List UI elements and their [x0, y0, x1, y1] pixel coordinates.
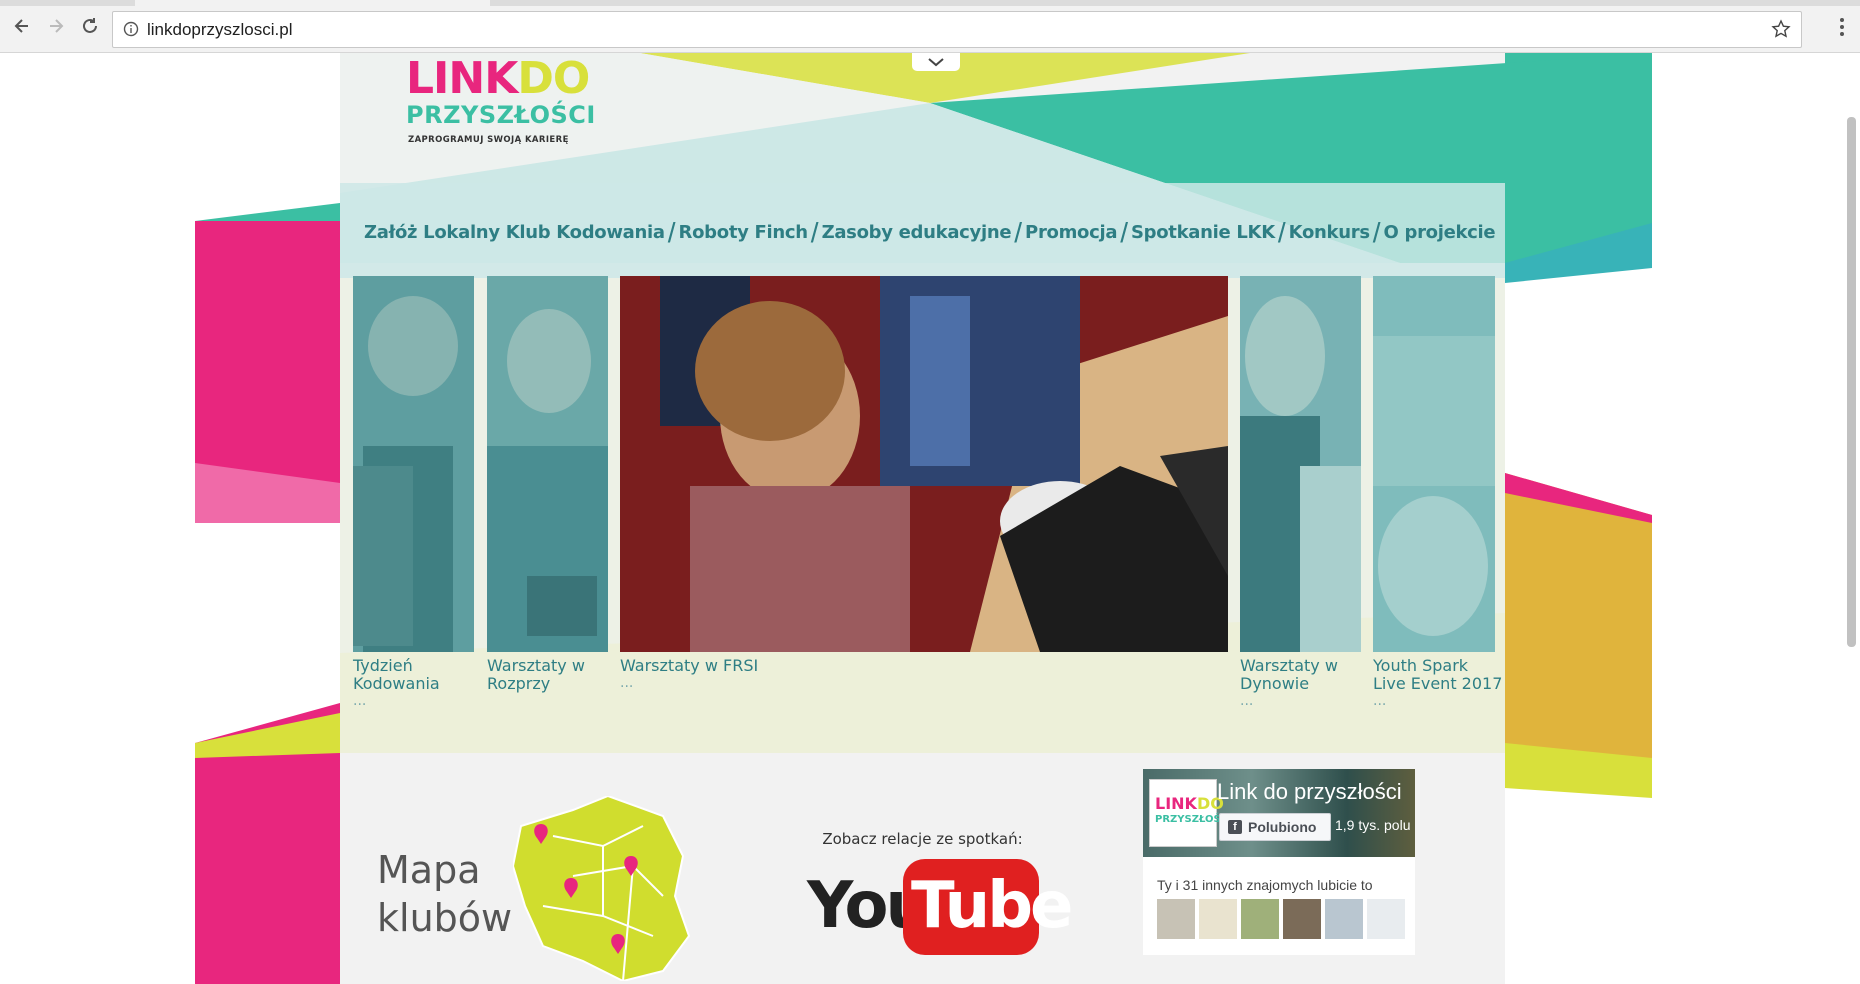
nav-separator: / [1014, 216, 1023, 248]
youtube-logo-tube: Tube [903, 859, 1073, 955]
avatar[interactable] [1367, 899, 1405, 939]
youtube-box[interactable]: Zobacz relacje ze spotkań: You Tube [741, 756, 1104, 984]
slide-photo [487, 276, 608, 652]
browser-toolbar: linkdoprzyszlosci.pl [0, 0, 1860, 53]
page-scrollbar[interactable] [1843, 53, 1860, 984]
scrollbar-thumb[interactable] [1847, 117, 1856, 647]
gallery-caption-frsi[interactable]: Warsztaty w FRSI ... [620, 657, 758, 691]
bookmark-star-icon[interactable] [1771, 19, 1791, 39]
facebook-icon: f [1228, 820, 1242, 834]
facebook-friend-avatars [1157, 899, 1405, 939]
gallery-caption-rozprzy[interactable]: Warsztaty w Rozprzy [487, 657, 585, 693]
logo-tagline: ZAPROGRAMUJ SWOJĄ KARIERĘ [408, 135, 569, 145]
logo-word-1: LINKDO [406, 53, 590, 104]
nav-item-zasoby[interactable]: Zasoby edukacyjne [822, 222, 1012, 243]
reload-icon[interactable] [78, 14, 102, 38]
nav-separator: / [1120, 216, 1128, 248]
url-text: linkdoprzyszlosci.pl [147, 20, 293, 39]
slide-photo [620, 276, 1228, 652]
nav-item-konkurs[interactable]: Konkurs [1289, 222, 1370, 243]
tab-strip [0, 0, 1860, 6]
gallery-caption-dynow[interactable]: Warsztaty w Dynowie ... [1240, 657, 1338, 709]
forward-icon[interactable] [44, 14, 68, 38]
chevron-down-icon [928, 58, 944, 67]
info-icon[interactable] [123, 21, 139, 37]
nav-item-promocja[interactable]: Promocja [1025, 222, 1117, 243]
facebook-page-plugin[interactable]: LINKDO PRZYSZŁOŚCI Link do przyszłości f… [1143, 769, 1415, 955]
slide-photo [1373, 276, 1495, 652]
gallery-slide-dynow[interactable] [1240, 276, 1361, 652]
nav-separator: / [810, 216, 819, 248]
gallery-slide-rozprzy[interactable] [487, 276, 608, 652]
poland-map-icon [513, 796, 691, 981]
gallery-caption-youth-spark[interactable]: Youth Spark Live Event 2017 ... [1373, 657, 1502, 709]
address-bar[interactable]: linkdoprzyszlosci.pl [112, 11, 1802, 48]
gallery-caption-tydzien[interactable]: Tydzień Kodowania ... [353, 657, 440, 709]
gallery-slide-frsi[interactable] [620, 276, 1228, 652]
avatar[interactable] [1283, 899, 1321, 939]
map-of-clubs-box[interactable]: Mapa klubów [353, 756, 716, 984]
avatar[interactable] [1325, 899, 1363, 939]
youtube-logo[interactable]: You Tube [807, 859, 1073, 959]
gallery-slide-youth-spark[interactable] [1373, 276, 1495, 652]
facebook-like-button[interactable]: f Polubiono [1219, 813, 1331, 841]
browser-menu-icon[interactable] [1832, 15, 1852, 39]
avatar[interactable] [1157, 899, 1195, 939]
main-navigation: Załóż Lokalny Klub Kodowania / Roboty Fi… [364, 216, 1496, 248]
facebook-cover: LINKDO PRZYSZŁOŚCI Link do przyszłości f… [1143, 769, 1415, 857]
map-box-title: Mapa klubów [377, 848, 513, 940]
avatar[interactable] [1241, 899, 1279, 939]
slide-photo [353, 276, 474, 652]
avatar[interactable] [1199, 899, 1237, 939]
facebook-friends-text: Ty i 31 innych znajomych lubicie to [1157, 877, 1373, 893]
nav-item-o-projekcie[interactable]: O projekcie [1384, 222, 1496, 243]
nav-separator: / [1277, 216, 1286, 248]
nav-separator: / [667, 216, 676, 248]
active-tab[interactable] [135, 0, 490, 6]
logo-word-2: PRZYSZŁOŚCI [406, 101, 596, 129]
nav-separator: / [1372, 216, 1381, 248]
facebook-like-count: 1,9 tys. polu [1335, 817, 1411, 833]
nav-item-spotkanie[interactable]: Spotkanie LKK [1131, 222, 1275, 243]
site-logo[interactable]: LINKDO PRZYSZŁOŚCI ZAPROGRAMUJ SWOJĄ KAR… [406, 57, 595, 157]
nav-item-zaloz-klub[interactable]: Załóż Lokalny Klub Kodowania [364, 222, 665, 243]
back-icon[interactable] [10, 14, 34, 38]
slide-photo [1240, 276, 1361, 652]
nav-item-roboty-finch[interactable]: Roboty Finch [679, 222, 809, 243]
gallery-slide-tydzien[interactable] [353, 276, 474, 652]
youtube-caption: Zobacz relacje ze spotkań: [822, 830, 1023, 848]
collapse-toggle[interactable] [912, 53, 960, 71]
facebook-page-avatar[interactable]: LINKDO PRZYSZŁOŚCI [1149, 779, 1232, 847]
facebook-page-name[interactable]: Link do przyszłości [1217, 779, 1402, 805]
page-viewport: LINKDO PRZYSZŁOŚCI ZAPROGRAMUJ SWOJĄ KAR… [0, 53, 1860, 984]
